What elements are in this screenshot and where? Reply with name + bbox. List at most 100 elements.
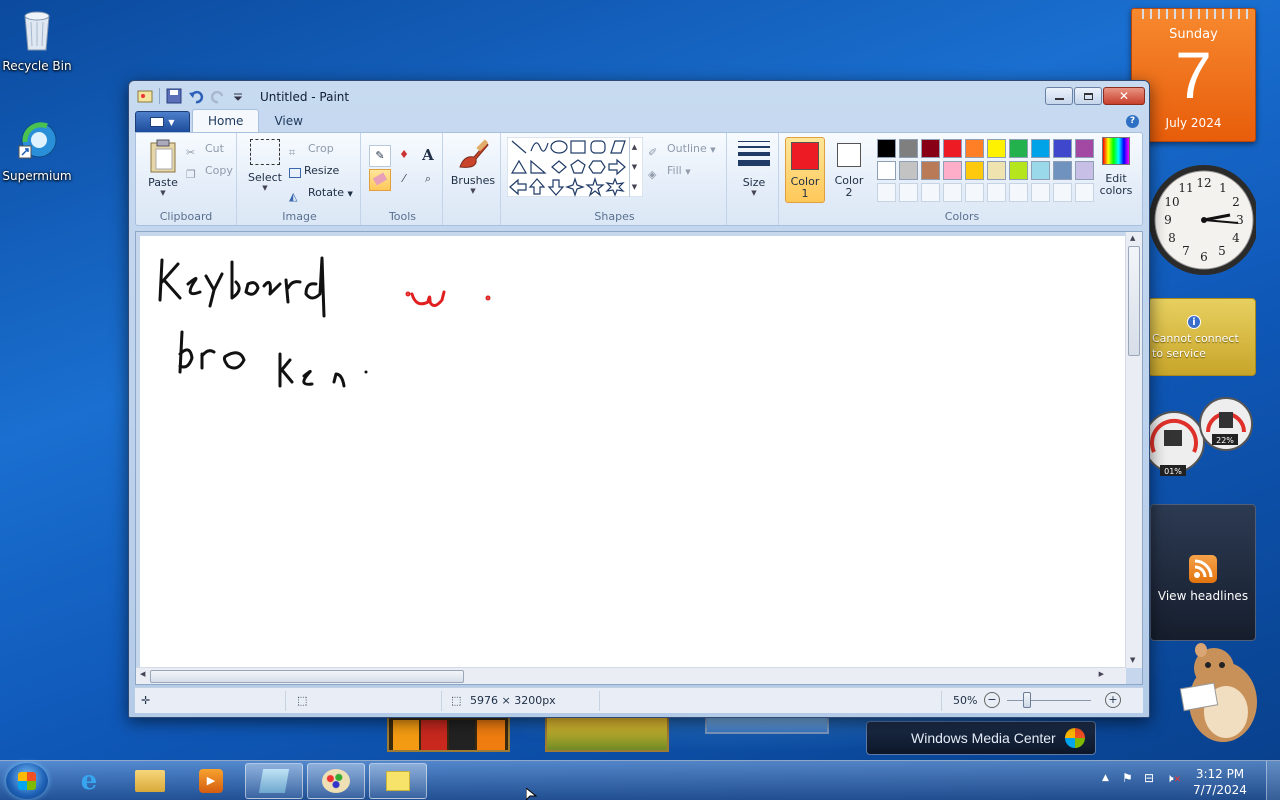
custom-color-slot[interactable] xyxy=(965,183,984,202)
paint-menu-button[interactable]: ▼ xyxy=(135,111,190,133)
custom-color-slot[interactable] xyxy=(877,183,896,202)
tab-view[interactable]: View xyxy=(259,110,317,133)
taskbar-paint[interactable] xyxy=(307,763,365,799)
vertical-scroll-thumb[interactable] xyxy=(1128,246,1140,356)
tab-home[interactable]: Home xyxy=(192,109,260,133)
title-bar[interactable]: Untitled - Paint ✕ xyxy=(129,81,1149,109)
fill-tool[interactable]: ♦ xyxy=(393,145,415,167)
clock-gadget[interactable]: 12 1 2 3 4 5 6 7 8 9 10 11 xyxy=(1146,157,1256,283)
action-center-flag-icon[interactable]: ⚑ xyxy=(1122,771,1133,785)
color-swatch[interactable] xyxy=(877,139,896,158)
custom-color-slot[interactable] xyxy=(987,183,1006,202)
scroll-up-icon[interactable]: ▲ xyxy=(1130,234,1135,242)
zoom-slider-track[interactable] xyxy=(1007,700,1091,701)
copy-button[interactable]: ❐ Copy xyxy=(186,164,233,184)
memory-chip-icon xyxy=(1219,412,1233,428)
zoom-in-button[interactable]: + xyxy=(1105,692,1121,708)
paint-app-icon[interactable] xyxy=(137,88,153,104)
taskbar-sticky-notes[interactable] xyxy=(369,763,427,799)
feed-headlines-gadget[interactable]: View headlines xyxy=(1150,504,1256,641)
size-button[interactable]: Size ▼ xyxy=(734,141,774,197)
weather-gadget[interactable]: i Cannot connect to service xyxy=(1148,298,1256,376)
drawing-canvas[interactable]: keyboard broken xyxy=(140,236,1126,669)
taskbar-file-explorer[interactable] xyxy=(121,763,179,799)
help-icon[interactable]: ? xyxy=(1126,115,1139,128)
save-icon[interactable] xyxy=(166,88,182,104)
desktop-icon-recycle-bin[interactable]: Recycle Bin xyxy=(0,8,74,73)
fill-button[interactable]: ◈ Fill ▼ xyxy=(648,164,691,184)
color-swatch[interactable] xyxy=(1053,139,1072,158)
select-button[interactable]: Select ▼ xyxy=(245,139,285,192)
color-swatch[interactable] xyxy=(1009,161,1028,180)
color-swatch[interactable] xyxy=(1009,139,1028,158)
color-swatch[interactable] xyxy=(1031,139,1050,158)
custom-color-slot[interactable] xyxy=(1053,183,1072,202)
zoom-slider-thumb[interactable] xyxy=(1023,692,1031,708)
color-swatch[interactable] xyxy=(987,139,1006,158)
color-swatch[interactable] xyxy=(899,139,918,158)
paint-window[interactable]: Untitled - Paint ✕ ▼ Home View ? Paste ▼… xyxy=(128,80,1150,718)
scroll-down-icon[interactable]: ▼ xyxy=(1130,656,1135,664)
color-swatch[interactable] xyxy=(1053,161,1072,180)
color1-button[interactable]: Color 1 xyxy=(785,137,825,203)
taskbar-media-player[interactable]: ▶ xyxy=(182,763,240,799)
color-swatch[interactable] xyxy=(921,161,940,180)
customize-toolbar-chevron-icon[interactable] xyxy=(232,88,248,104)
start-button[interactable] xyxy=(6,763,48,799)
scroll-left-icon[interactable]: ◀ xyxy=(140,670,145,678)
color-swatch[interactable] xyxy=(965,161,984,180)
volume-muted-icon[interactable]: 🕨✕ xyxy=(1166,771,1181,786)
custom-color-slot[interactable] xyxy=(899,183,918,202)
shapes-scroll-button[interactable]: ▲ ▼ ▼ xyxy=(629,137,639,197)
taskbar-notepad[interactable] xyxy=(245,763,303,799)
custom-color-slot[interactable] xyxy=(921,183,940,202)
rotate-button[interactable]: ◭ Rotate ▼ xyxy=(289,186,353,206)
minimize-button[interactable] xyxy=(1045,87,1073,105)
horizontal-scroll-thumb[interactable] xyxy=(150,670,464,683)
canvas-text-line2: broken xyxy=(140,236,178,239)
custom-color-slot[interactable] xyxy=(1009,183,1028,202)
color-swatch[interactable] xyxy=(943,139,962,158)
color-swatch[interactable] xyxy=(943,161,962,180)
text-tool[interactable]: A xyxy=(417,145,439,167)
redo-icon[interactable] xyxy=(210,88,226,104)
color-picker-tool[interactable]: ⁄ xyxy=(393,169,415,191)
canvas-area: keyboard broken ▲ ▼ ◀ ▶ xyxy=(135,231,1143,685)
horizontal-scrollbar[interactable]: ◀ ▶ xyxy=(136,667,1126,684)
color-swatch[interactable] xyxy=(965,139,984,158)
color-swatch[interactable] xyxy=(1031,161,1050,180)
magnifier-tool[interactable]: ⌕ xyxy=(417,169,439,191)
edit-colors-button[interactable]: Edit colors xyxy=(1091,137,1141,197)
paste-button[interactable]: Paste ▼ xyxy=(144,139,182,197)
desktop-icon-supermium[interactable]: Supermium xyxy=(0,118,74,183)
close-button[interactable]: ✕ xyxy=(1103,87,1145,105)
undo-icon[interactable] xyxy=(188,88,204,104)
pencil-tool[interactable]: ✎ xyxy=(369,145,391,167)
scroll-right-icon[interactable]: ▶ xyxy=(1099,670,1104,678)
outline-label: Outline xyxy=(667,142,707,155)
color-swatch[interactable] xyxy=(899,161,918,180)
color-swatch[interactable] xyxy=(987,161,1006,180)
windows-media-center-tile[interactable]: Windows Media Center xyxy=(866,721,1096,755)
show-desktop-button[interactable] xyxy=(1266,761,1280,800)
custom-color-slot[interactable] xyxy=(943,183,962,202)
brushes-button[interactable]: Brushes ▼ xyxy=(449,137,497,195)
taskbar-clock[interactable]: 3:12 PM 7/7/2024 xyxy=(1190,766,1250,798)
resize-button[interactable]: Resize xyxy=(289,164,339,178)
zoom-out-button[interactable]: − xyxy=(984,692,1000,708)
cut-button[interactable]: ✂ Cut xyxy=(186,142,224,162)
crop-button[interactable]: ⌗ Crop xyxy=(289,142,334,162)
taskbar-internet-explorer[interactable]: e xyxy=(60,763,118,799)
color-swatch[interactable] xyxy=(877,161,896,180)
vertical-scrollbar[interactable]: ▲ ▼ xyxy=(1125,232,1142,668)
cpu-meter-gadget[interactable]: 01% 22% xyxy=(1146,392,1256,488)
network-icon[interactable]: ⊟ xyxy=(1144,771,1154,785)
shapes-gallery[interactable] xyxy=(507,137,643,197)
outline-button[interactable]: ✐ Outline ▼ xyxy=(648,142,716,162)
color-swatch[interactable] xyxy=(921,139,940,158)
color2-button[interactable]: Color 2 xyxy=(829,137,869,203)
eraser-tool[interactable] xyxy=(369,169,391,191)
maximize-button[interactable] xyxy=(1074,87,1102,105)
custom-color-slot[interactable] xyxy=(1031,183,1050,202)
show-hidden-icons-chevron-icon[interactable]: ▲ xyxy=(1102,773,1109,783)
